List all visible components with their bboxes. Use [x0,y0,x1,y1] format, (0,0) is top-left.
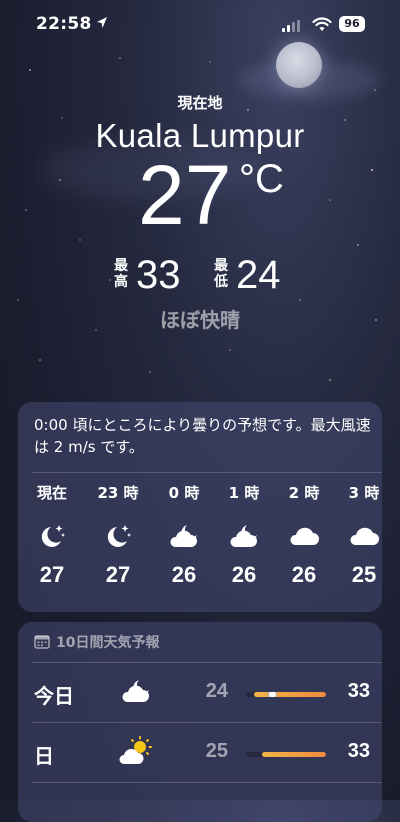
hour-label: 23 時 [97,484,139,502]
daily-row-today[interactable]: 今日 24 33 [18,666,382,722]
temperature-unit: °C [239,157,284,201]
current-temperature: 27 °C [0,151,400,243]
hour-item: 0 時 26 [154,482,214,588]
high-temp: 33 [347,680,370,702]
temperature-value: 27 [138,148,232,242]
moon-icon [276,42,322,88]
temperature-range-bar [246,752,326,757]
low-value: 24 [236,253,281,297]
hour-temp: 27 [105,562,131,587]
temperature-range-bar [246,692,326,697]
status-bar: 22:58 96 [0,14,400,38]
hour-temp: 25 [351,562,377,587]
hour-temp: 27 [39,562,65,587]
low-temp: 25 [205,740,228,762]
cloud-moon-icon [118,676,154,710]
cloud-moon-icon [154,518,214,554]
low-label: 最低 [214,258,228,290]
day-label: 今日 [34,684,74,708]
day-label: 日 [34,744,54,768]
location-header: 現在地 Kuala Lumpur 27 °C [0,92,400,243]
hour-temp: 26 [291,562,317,587]
range-fill [262,752,326,757]
battery-indicator: 96 [339,16,365,32]
hour-label: 1 時 [228,484,260,502]
hourly-list[interactable]: 現在 27 23 時 27 0 時 26 1 時 26 2 時 26 3 時 2… [18,482,382,602]
ten-day-title: 10日間天気予報 [56,635,160,651]
hour-item: 23 時 27 [88,482,148,588]
current-temp-marker [268,692,278,697]
condition-text: ほぼ快晴 [160,308,240,332]
calendar-icon [34,635,50,649]
location-label: 現在地 [177,94,223,112]
hour-label: 2 時 [288,484,320,502]
cloud-icon [274,518,334,554]
hour-item: 現在 27 [22,482,82,588]
hour-label: 3 時 [348,484,380,502]
daily-row-sunday[interactable]: 日 25 33 [18,726,382,782]
cloud-icon [334,518,394,554]
hour-temp: 26 [171,562,197,587]
moon-stars-icon [22,518,82,554]
hour-label: 0 時 [168,484,200,502]
divider [32,662,382,663]
status-time: 22:58 [36,14,92,34]
hour-temp: 26 [231,562,257,587]
forecast-summary: 0:00 頃にところにより曇りの予想です。最大風速は 2 m/s です。 [34,416,371,456]
divider [32,782,382,783]
wifi-icon [312,17,332,31]
cellular-signal-icon [282,20,300,32]
divider [32,472,382,473]
hour-item: 2 時 26 [274,482,334,588]
ten-day-forecast-card[interactable]: 10日間天気予報 今日 24 33 日 25 33 [18,622,382,822]
location-arrow-icon [97,17,107,28]
hourly-forecast-card[interactable]: 0:00 頃にところにより曇りの予想です。最大風速は 2 m/s です。 現在 … [18,402,382,612]
moon-stars-icon [88,518,148,554]
range-fill [254,692,326,697]
high-temp: 33 [347,740,370,762]
high-label: 最高 [114,258,128,290]
hour-label: 現在 [36,484,67,502]
hour-item: 1 時 26 [214,482,274,588]
hour-item: 3 時 25 [334,482,394,588]
cloud-sun-icon [118,736,154,770]
low-temp: 24 [205,680,228,702]
cloud-moon-icon [214,518,274,554]
high-value: 33 [136,253,181,297]
ten-day-header: 10日間天気予報 [34,632,159,652]
divider [32,722,382,723]
high-low: 最高 33 最低 24 [0,252,400,300]
